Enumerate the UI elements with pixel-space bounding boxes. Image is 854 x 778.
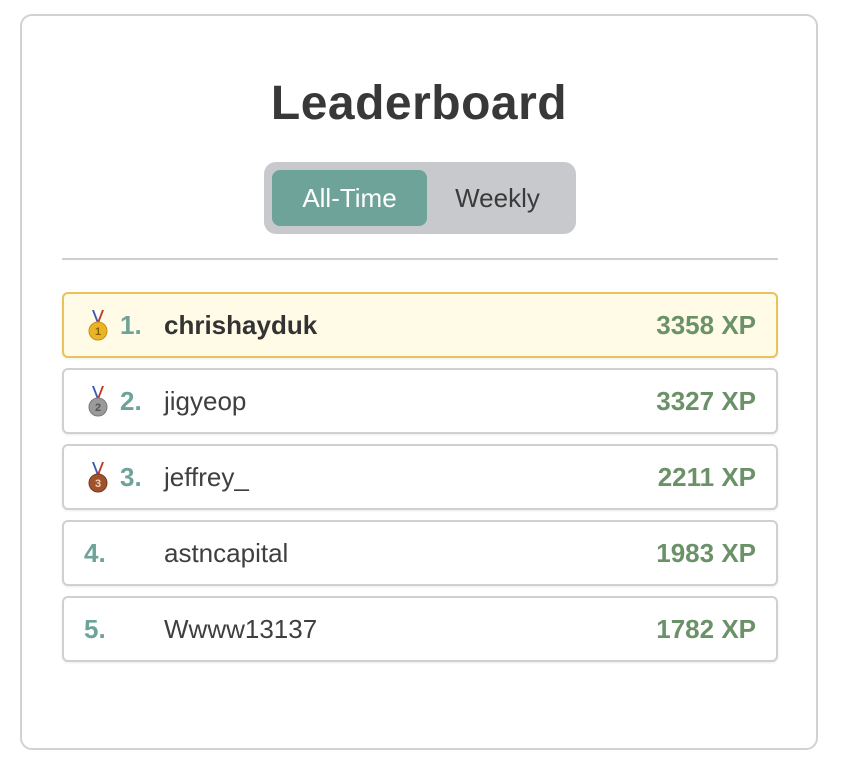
xp-value: 3358 XP [656, 309, 756, 340]
leaderboard-card: Leaderboard All-Time Weekly 1 1. chrisha… [20, 14, 818, 750]
svg-text:2: 2 [95, 402, 101, 414]
username: Wwww13137 [164, 613, 318, 644]
xp-value: 1983 XP [656, 537, 756, 568]
divider [62, 258, 778, 260]
svg-text:1: 1 [95, 326, 101, 338]
xp-value: 1782 XP [656, 613, 756, 644]
bronze-medal-icon: 3 [88, 462, 108, 493]
leaderboard-tabs: All-Time Weekly [264, 162, 576, 234]
list-item[interactable]: 5. Wwww13137 1782 XP [62, 596, 778, 662]
username: jeffrey_ [164, 461, 249, 492]
silver-medal-icon: 2 [88, 386, 108, 417]
gold-medal-icon: 1 [88, 310, 108, 341]
tab-weekly[interactable]: Weekly [427, 170, 568, 226]
svg-text:3: 3 [95, 478, 101, 490]
list-item[interactable]: 1 1. chrishayduk 3358 XP [62, 292, 778, 358]
rank-number: 2. [120, 385, 142, 416]
rank-number: 1. [120, 309, 142, 340]
rank-number: 4. [84, 537, 106, 568]
rank-number: 5. [84, 613, 106, 644]
xp-value: 3327 XP [656, 385, 756, 416]
rank-number: 3. [120, 461, 142, 492]
username: astncapital [164, 537, 289, 568]
xp-value: 2211 XP [657, 461, 756, 492]
list-item[interactable]: 2 2. jigyeop 3327 XP [62, 368, 778, 434]
username: jigyeop [164, 385, 247, 416]
tab-all-time[interactable]: All-Time [272, 170, 427, 226]
leaderboard-list: 1 1. chrishayduk 3358 XP 2 2. jigyeop 33… [62, 292, 778, 672]
list-item[interactable]: 4. astncapital 1983 XP [62, 520, 778, 586]
username: chrishayduk [164, 309, 318, 340]
page-title: Leaderboard [270, 77, 568, 130]
list-item[interactable]: 3 3. jeffrey_ 2211 XP [62, 444, 778, 510]
